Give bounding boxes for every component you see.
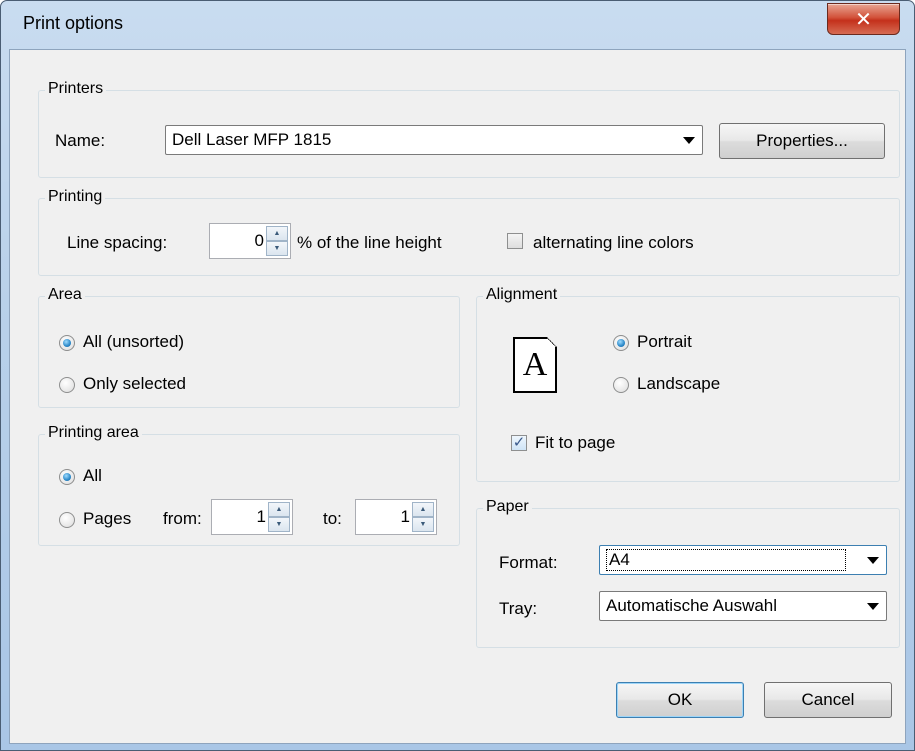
printing-area-pages-radio[interactable] <box>59 512 75 528</box>
line-spacing-suffix: % of the line height <box>297 233 442 252</box>
paper-group: Paper Format: A4 Tray: Automatische Ausw… <box>476 498 900 648</box>
area-group: Area All (unsorted) Only selected <box>38 286 460 408</box>
printers-group: Printers Name: Dell Laser MFP 1815 Prope… <box>38 80 900 178</box>
paper-legend: Paper <box>483 498 532 516</box>
pages-from-spin-buttons: ▲ ▼ <box>268 502 290 532</box>
spin-up-icon[interactable]: ▲ <box>268 502 290 517</box>
spin-down-icon[interactable]: ▼ <box>268 517 290 532</box>
ok-button[interactable]: OK <box>616 682 744 718</box>
line-spacing-spin-buttons: ▲ ▼ <box>266 226 288 256</box>
printing-area-pages-label[interactable]: Pages <box>83 509 131 529</box>
portrait-radio[interactable] <box>613 335 629 351</box>
printer-name-value: Dell Laser MFP 1815 <box>172 130 332 149</box>
printing-area-group: Printing area All Pages from: 1 ▲ ▼ to: … <box>38 424 460 546</box>
landscape-label[interactable]: Landscape <box>637 374 720 394</box>
alignment-legend: Alignment <box>483 286 561 304</box>
spin-down-icon[interactable]: ▼ <box>412 517 434 532</box>
printing-legend: Printing <box>45 188 106 206</box>
paper-format-label: Format: <box>499 553 558 572</box>
window-title: Print options <box>23 13 124 33</box>
area-only-selected-radio[interactable] <box>59 377 75 393</box>
paper-format-value: A4 <box>606 549 846 571</box>
area-all-unsorted-label[interactable]: All (unsorted) <box>83 332 184 352</box>
alternating-line-colors-checkbox[interactable] <box>507 233 523 249</box>
print-options-window: Print options ✕ Printers Name: Dell Lase… <box>0 0 915 751</box>
pages-from-spinner[interactable]: 1 ▲ ▼ <box>211 499 293 535</box>
area-all-unsorted-radio[interactable] <box>59 335 75 351</box>
pages-from-value: 1 <box>256 507 266 526</box>
properties-button[interactable]: Properties... <box>719 123 885 159</box>
pages-from-label: from: <box>163 509 202 528</box>
printer-name-label: Name: <box>55 131 106 150</box>
printing-area-all-label[interactable]: All <box>83 466 102 486</box>
paper-format-select[interactable]: A4 <box>599 545 887 575</box>
paper-tray-select[interactable]: Automatische Auswahl <box>599 591 887 621</box>
title-bar[interactable]: Print options ✕ <box>1 1 914 49</box>
spin-up-icon[interactable]: ▲ <box>266 226 288 241</box>
paper-tray-label: Tray: <box>499 599 538 618</box>
printing-area-all-radio[interactable] <box>59 469 75 485</box>
pages-to-spinner[interactable]: 1 ▲ ▼ <box>355 499 437 535</box>
line-spacing-value: 0 <box>254 231 264 250</box>
fit-to-page-checkbox[interactable]: ✓ <box>511 435 527 451</box>
fit-to-page-label[interactable]: Fit to page <box>535 433 615 453</box>
printing-group: Printing Line spacing: 0 ▲ ▼ % of the li… <box>38 188 900 276</box>
printers-legend: Printers <box>45 80 107 98</box>
spin-down-icon[interactable]: ▼ <box>266 241 288 256</box>
pages-to-spin-buttons: ▲ ▼ <box>412 502 434 532</box>
area-legend: Area <box>45 286 85 304</box>
dialog-client-area: Printers Name: Dell Laser MFP 1815 Prope… <box>9 49 906 744</box>
chevron-down-icon <box>860 592 886 620</box>
printer-name-select[interactable]: Dell Laser MFP 1815 <box>165 125 703 155</box>
page-orientation-letter: A <box>522 346 548 383</box>
pages-to-value: 1 <box>400 507 410 526</box>
page-orientation-icon: A <box>513 337 557 393</box>
printing-area-legend: Printing area <box>45 424 142 442</box>
pages-to-label: to: <box>323 509 342 528</box>
chevron-down-icon <box>860 546 886 574</box>
chevron-down-icon <box>676 126 702 154</box>
landscape-radio[interactable] <box>613 377 629 393</box>
alignment-group: Alignment A Portrait Landscape ✓ Fit to … <box>476 286 900 482</box>
alternating-line-colors-label[interactable]: alternating line colors <box>533 233 694 253</box>
line-spacing-spinner[interactable]: 0 ▲ ▼ <box>209 223 291 259</box>
close-button[interactable]: ✕ <box>827 3 900 35</box>
spin-up-icon[interactable]: ▲ <box>412 502 434 517</box>
portrait-label[interactable]: Portrait <box>637 332 692 352</box>
cancel-button[interactable]: Cancel <box>764 682 892 718</box>
paper-tray-value: Automatische Auswahl <box>606 596 778 615</box>
close-icon: ✕ <box>855 8 872 31</box>
line-spacing-label: Line spacing: <box>67 233 168 252</box>
area-only-selected-label[interactable]: Only selected <box>83 374 186 394</box>
